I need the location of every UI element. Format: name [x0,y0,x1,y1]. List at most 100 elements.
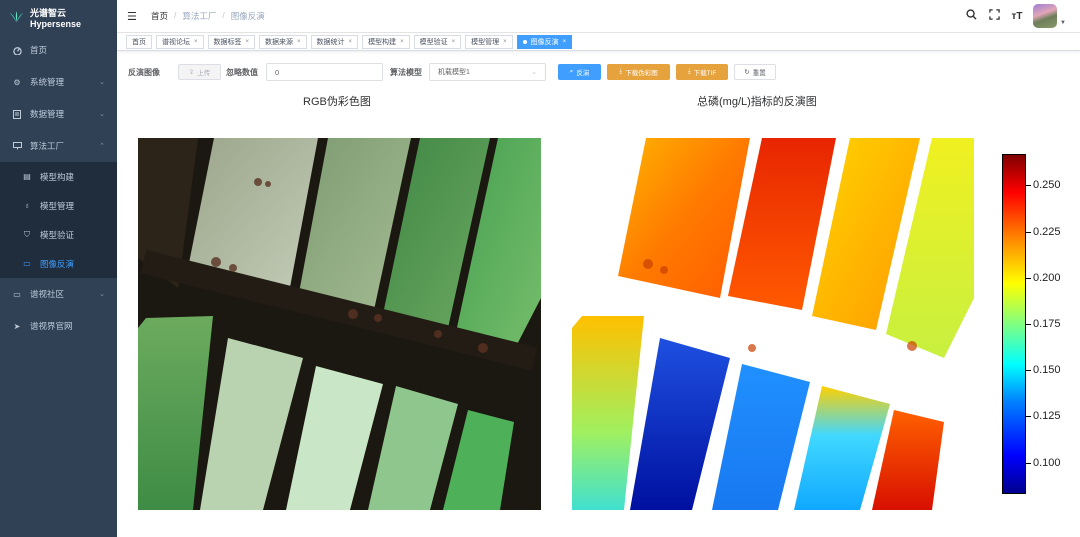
close-icon[interactable]: × [246,39,250,45]
breadcrumb-item-current: 图像反演 [230,11,265,21]
tags-view: 首页 谱视论坛 × 数据标签 × 数据来源 × 数据统计 × 模型构建 × 模型验证 × 模… [117,33,1080,51]
upload-button[interactable]: ⇪ 上传 [178,64,221,80]
sidebar-item-label: 算法工厂 [30,141,65,151]
breadcrumb-item-home[interactable]: 首页 [151,10,168,22]
tag-model-manage[interactable]: 模型管理 × [465,34,513,49]
download-tif-label: 下载TIF [693,70,717,77]
invert-button[interactable]: ⌕ 反演 [558,64,601,80]
grid-icon: ▤ [23,172,31,181]
ignore-value-text: 0 [275,67,280,77]
sidebar-item-label: 模型验证 [40,229,75,240]
close-icon[interactable]: × [297,39,301,45]
hamburger-icon[interactable]: ☰ [127,10,139,23]
colorbar-tick-mark [1026,416,1031,418]
tag-data-stats[interactable]: 数据统计 × [310,34,359,49]
colorbar [1002,154,1026,494]
sidebar-item-label: 图像反演 [40,258,75,269]
colorbar-tick-label: 0.150 [1033,364,1061,377]
sidebar-item-model-manage[interactable]: ♁ 模型管理 [0,191,117,220]
app-name: 光谱智云Hypersense [30,7,82,29]
reset-button[interactable]: ↻ 重置 [734,64,776,80]
chevron-up-icon: ⌃ [99,143,105,150]
tag-label: 模型构建 [368,38,397,46]
tag-image-inversion[interactable]: 图像反演 × [516,34,573,49]
breadcrumb-item-algorithm-factory[interactable]: 算法工厂 [182,10,216,22]
sidebar-item-label: 谱视社区 [30,289,65,299]
tag-label: 模型验证 [419,38,448,46]
search-icon: ⌕ [569,68,574,75]
sidebar-item-image-inversion[interactable]: ▭ 图像反演 [0,249,117,278]
algorithm-model-select[interactable]: 机载模型1 ⌄ [429,63,546,81]
search-icon[interactable] [964,9,978,23]
download-tif-button[interactable]: ⤓ 下载TIF [676,64,728,80]
tag-home[interactable]: 首页 [126,34,152,49]
sidebar-item-label: 首页 [30,45,48,55]
close-icon[interactable]: × [194,39,198,45]
sidebar-item-model-validate[interactable]: ⛉ 模型验证 [0,220,117,249]
close-icon[interactable]: × [349,39,353,45]
breadcrumb-separator: / [222,10,225,20]
font-size-icon[interactable]: тT [1010,11,1024,22]
colorbar-tick-mark [1026,185,1031,187]
avatar[interactable] [1033,4,1058,28]
sidebar-item-system[interactable]: ⚙ 系统管理 ⌄ [0,66,117,98]
document-icon [12,109,22,119]
monitor-icon [12,141,22,151]
sidebar-item-model-build[interactable]: ▤ 模型构建 [0,162,117,191]
refresh-icon: ↻ [744,69,750,76]
sidebar-item-label: 数据管理 [30,109,65,119]
send-icon: ➤ [13,321,21,331]
tag-label: 首页 [132,38,146,46]
algorithm-model-value: 机载模型1 [438,69,470,76]
close-icon[interactable]: × [452,39,456,45]
upload-icon: ⇪ [188,69,195,76]
breadcrumb: 首页 / 算法工厂 / 图像反演 [151,10,265,22]
sidebar-item-home[interactable]: 首页 [0,34,117,66]
tag-label: 数据统计 [316,38,345,46]
colorbar-tick-label: 0.175 [1033,318,1061,330]
algorithm-submenu: ▤ 模型构建 ♁ 模型管理 ⛉ 模型验证 ▭ 图像反演 [0,162,117,278]
colorbar-tick-label: 0.125 [1033,410,1061,423]
sidebar-item-algorithm-factory[interactable]: 算法工厂 ⌃ [0,130,117,162]
ignore-value-input[interactable]: 0 [266,63,383,81]
tag-model-build[interactable]: 模型构建 × [362,34,410,49]
fullscreen-icon[interactable] [987,9,1001,23]
close-icon[interactable]: × [563,39,567,45]
tag-data-source[interactable]: 数据来源 × [259,34,307,49]
colorbar-tick-mark [1026,324,1031,325]
download-multi-button[interactable]: ⤓ 下载伪彩图 [607,64,670,80]
sidebar-item-website[interactable]: ➤ 谱视界官网 [0,310,117,342]
tag-label: 图像反演 [530,38,559,46]
tag-label: 模型管理 [471,38,500,46]
chat-icon: ▭ [13,289,21,299]
navbar: ☰ 首页 / 算法工厂 / 图像反演 тT ▼ [117,0,1080,33]
download-icon: ⤓ [687,68,691,75]
download-icon: ⤓ [619,68,623,75]
leaf-logo-icon [9,11,24,23]
close-icon[interactable]: × [400,39,404,45]
algorithm-model-label: 算法模型 [390,67,422,77]
colorbar-tick-label: 0.250 [1033,179,1061,192]
colorbar-tick-label: 0.100 [1033,456,1061,469]
shield-icon: ⛉ [24,229,30,239]
image-icon: ▭ [23,259,31,268]
app-logo[interactable]: 光谱智云Hypersense [0,0,117,34]
tag-data-labels[interactable]: 数据标签 × [207,34,256,49]
caret-down-icon[interactable]: ▼ [1060,20,1066,26]
inversion-image-title: 总磷(mg/L)指标的反演图 [697,96,817,108]
sidebar-item-community[interactable]: ▭ 谱视社区 ⌄ [0,278,117,310]
chevron-down-icon: ⌄ [99,111,105,118]
rgb-false-color-image [138,138,541,510]
chevron-down-icon: ⌄ [99,79,105,86]
colorbar-tick-label: 0.225 [1033,225,1061,238]
sidebar-item-label: 系统管理 [30,77,65,87]
sidebar-item-data[interactable]: 数据管理 ⌄ [0,98,117,130]
reset-label: 重置 [752,70,766,77]
close-icon[interactable]: × [503,39,507,45]
rgb-image-title: RGB伪彩色图 [303,96,371,108]
tag-forum[interactable]: 谱视论坛 × [156,34,204,49]
colorbar-tick-label: 0.200 [1033,271,1061,284]
inversion-toolbar: 反演图像 ⇪ 上传 忽略数值 0 算法模型 机载模型1 ⌄ ⌕ 反演 ⤓ 下载伪… [128,63,1080,81]
tag-model-validate[interactable]: 模型验证 × [413,34,462,49]
colorbar-tick-mark [1026,370,1031,372]
